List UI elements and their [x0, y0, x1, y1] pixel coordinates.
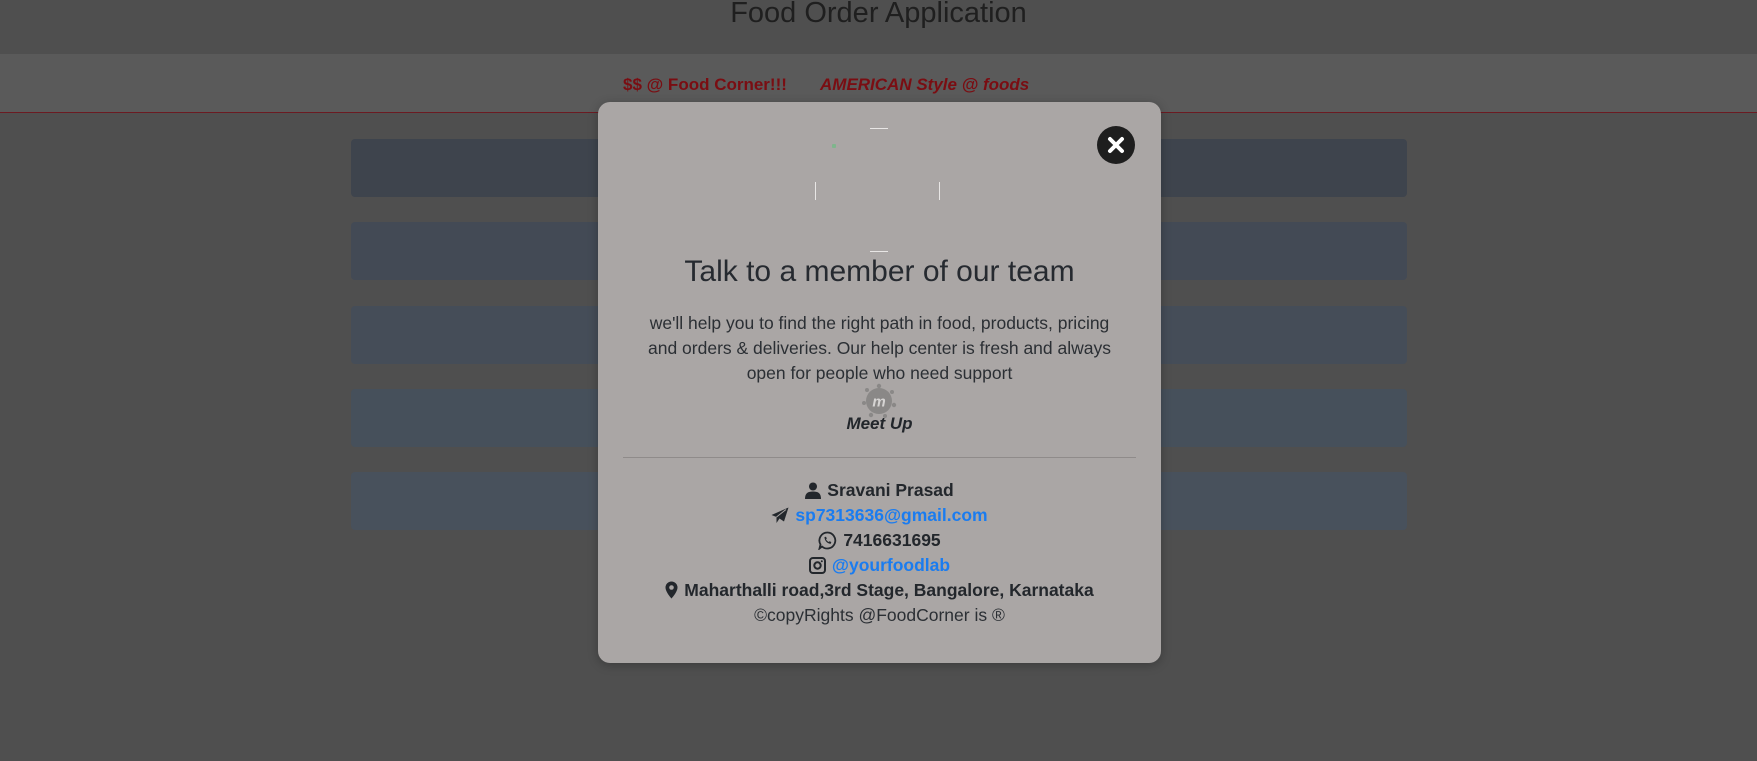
contact-instagram-row: @yourfoodlab [598, 553, 1161, 577]
paper-plane-icon [771, 507, 789, 524]
user-icon [805, 482, 822, 499]
contact-email-link[interactable]: sp7313636@gmail.com [795, 503, 987, 527]
contact-name: Sravani Prasad [827, 480, 954, 500]
nav-link-food-corner[interactable]: $$ @ Food Corner!!! [623, 74, 787, 96]
contact-modal: Talk to a member of our team we'll help … [598, 102, 1161, 663]
contact-instagram-link[interactable]: @yourfoodlab [832, 553, 950, 577]
contact-email-row: sp7313636@gmail.com [598, 503, 1161, 527]
close-icon [1108, 137, 1124, 153]
close-button[interactable] [1097, 126, 1135, 164]
whatsapp-icon [818, 531, 837, 550]
team-image [815, 127, 940, 252]
contact-address: Maharthalli road,3rd Stage, Bangalore, K… [684, 580, 1094, 600]
map-marker-icon [665, 581, 678, 599]
meetup-label[interactable]: Meet Up [598, 413, 1161, 435]
modal-heading: Talk to a member of our team [684, 255, 1075, 288]
instagram-icon [808, 556, 826, 574]
svg-text:m: m [872, 394, 885, 411]
divider [623, 457, 1136, 458]
contact-name-row: Sravani Prasad [598, 478, 1161, 502]
app-title: Food Order Application [730, 0, 1027, 29]
contact-phone-row: 7416631695 [598, 528, 1161, 552]
nav-link-american-style[interactable]: AMERICAN Style @ foods [820, 74, 1029, 96]
copyright-row: ©copyRights @FoodCorner is ® [598, 603, 1161, 627]
copyright-text: ©copyRights @FoodCorner is ® [754, 605, 1005, 625]
contact-phone: 7416631695 [843, 530, 941, 550]
contact-address-row: Maharthalli road,3rd Stage, Bangalore, K… [598, 578, 1161, 602]
modal-description: we'll help you to find the right path in… [647, 313, 1111, 383]
